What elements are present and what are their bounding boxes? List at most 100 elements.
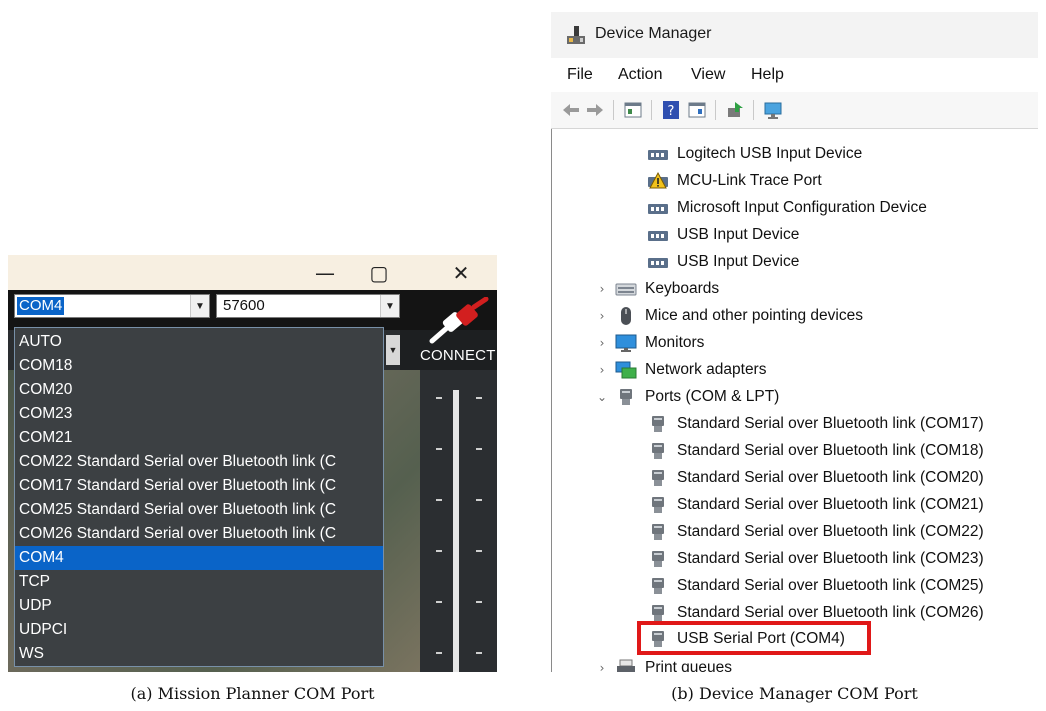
back-arrow-icon[interactable]: [561, 100, 581, 120]
hud-tick: [436, 550, 442, 552]
tree-item-label: Standard Serial over Bluetooth link (COM…: [677, 468, 984, 486]
warning-hid-icon: [648, 171, 668, 188]
properties-icon[interactable]: [623, 100, 643, 120]
tree-item[interactable]: Standard Serial over Bluetooth link (COM…: [647, 410, 984, 437]
hud-tick: [436, 448, 442, 450]
tree-category-mice[interactable]: Mice and other pointing devices: [615, 302, 863, 329]
tree-item-label: Logitech USB Input Device: [677, 144, 863, 162]
list-item[interactable]: WS: [15, 642, 383, 666]
list-item[interactable]: COM18: [15, 354, 383, 378]
toolbar-separator: [715, 100, 716, 120]
scan-hardware-icon[interactable]: [763, 100, 783, 120]
tree-item-label: Network adapters: [645, 360, 767, 378]
mp-title-bar: — ▢ ✕: [8, 255, 497, 290]
chevron-down-icon[interactable]: ⌄: [595, 383, 609, 410]
chevron-right-icon[interactable]: ›: [595, 329, 609, 356]
restore-button[interactable]: ▢: [352, 255, 406, 290]
hid-device-icon: [648, 149, 668, 160]
tree-item-label: Standard Serial over Bluetooth link (COM…: [677, 441, 984, 459]
tree-category-ports[interactable]: Ports (COM & LPT): [615, 383, 779, 410]
hud-tick: [436, 397, 442, 399]
tree-item[interactable]: Standard Serial over Bluetooth link (COM…: [647, 572, 984, 599]
menu-view[interactable]: View: [691, 66, 725, 84]
tree-item[interactable]: Standard Serial over Bluetooth link (COM…: [647, 491, 984, 518]
toolbar-separator: [753, 100, 754, 120]
highlight-box: [637, 621, 871, 655]
chevron-right-icon[interactable]: ›: [595, 654, 609, 673]
toolbar-separator: [613, 100, 614, 120]
hid-device-icon: [648, 203, 668, 214]
tree-item[interactable]: Standard Serial over Bluetooth link (COM…: [647, 518, 984, 545]
chevron-right-icon[interactable]: ›: [595, 356, 609, 383]
list-item[interactable]: COM26 Standard Serial over Bluetooth lin…: [15, 522, 383, 546]
list-item[interactable]: UDPCI: [15, 618, 383, 642]
tree-item[interactable]: Microsoft Input Configuration Device: [647, 194, 927, 221]
tree-category-network[interactable]: Network adapters: [615, 356, 766, 383]
tree-item-label: Standard Serial over Bluetooth link (COM…: [677, 576, 984, 594]
tree-item-label: Mice and other pointing devices: [645, 306, 863, 324]
list-item[interactable]: COM23: [15, 402, 383, 426]
tree-category-monitors[interactable]: Monitors: [615, 329, 704, 356]
tree-item[interactable]: Standard Serial over Bluetooth link (COM…: [647, 437, 984, 464]
update-driver-icon[interactable]: [725, 100, 745, 120]
monitor-icon: [615, 334, 637, 352]
tree-item[interactable]: Logitech USB Input Device: [647, 140, 862, 167]
tree-item-label: USB Input Device: [677, 225, 800, 243]
toolbar-separator: [651, 100, 652, 120]
hud-tick: [436, 499, 442, 501]
forward-arrow-icon[interactable]: [585, 100, 605, 120]
list-item[interactable]: AUTO: [15, 330, 383, 354]
list-item[interactable]: COM22 Standard Serial over Bluetooth lin…: [15, 450, 383, 474]
tree-item[interactable]: MCU-Link Trace Port: [647, 167, 822, 194]
tree-item-label: USB Input Device: [677, 252, 800, 270]
menu-help[interactable]: Help: [751, 66, 784, 84]
serial-port-icon: [652, 496, 664, 513]
list-item[interactable]: COM21: [15, 426, 383, 450]
tree-item[interactable]: Standard Serial over Bluetooth link (COM…: [647, 464, 984, 491]
hud-tick: [476, 499, 482, 501]
menu-action[interactable]: Action: [618, 66, 662, 84]
hid-device-icon: [648, 257, 668, 268]
help-icon[interactable]: ?: [661, 100, 681, 120]
serial-port-icon: [652, 577, 664, 594]
tree-category-print-queues[interactable]: Print queues: [615, 654, 732, 672]
list-item[interactable]: COM25 Standard Serial over Bluetooth lin…: [15, 498, 383, 522]
tree-item-label: Microsoft Input Configuration Device: [677, 198, 927, 216]
tree-item-label: Standard Serial over Bluetooth link (COM…: [677, 603, 984, 621]
minimize-button[interactable]: —: [298, 255, 352, 290]
close-button[interactable]: ✕: [434, 255, 488, 290]
hud-tick: [476, 448, 482, 450]
chevron-down-icon[interactable]: ▼: [386, 335, 400, 365]
serial-port-icon: [620, 388, 632, 405]
hud-tick: [476, 652, 482, 654]
dm-title-bar: Device Manager: [551, 12, 1038, 58]
menu-file[interactable]: File: [567, 66, 593, 84]
view-resources-icon[interactable]: [687, 100, 707, 120]
serial-port-icon: [652, 550, 664, 567]
hud-tick: [436, 652, 442, 654]
baud-rate-select[interactable]: 57600 ▼: [216, 294, 400, 318]
tree-item[interactable]: USB Input Device: [647, 221, 799, 248]
list-item[interactable]: COM17 Standard Serial over Bluetooth lin…: [15, 474, 383, 498]
plug-icon: [429, 297, 489, 344]
connect-label: CONNECT: [420, 347, 496, 364]
list-item-selected[interactable]: COM4: [15, 546, 383, 570]
chevron-right-icon[interactable]: ›: [595, 302, 609, 329]
chevron-down-icon[interactable]: ▼: [190, 295, 209, 317]
list-item[interactable]: COM20: [15, 378, 383, 402]
tree-item-label: Monitors: [645, 333, 705, 351]
baud-rate-value: 57600: [223, 297, 265, 314]
chevron-right-icon[interactable]: ›: [595, 275, 609, 302]
hid-device-icon: [648, 230, 668, 241]
list-item[interactable]: TCP: [15, 570, 383, 594]
tree-item-label: Ports (COM & LPT): [645, 387, 780, 405]
serial-port-icon: [652, 415, 664, 432]
com-port-select[interactable]: COM4 ▼: [14, 294, 210, 318]
hud-tick: [476, 397, 482, 399]
com-port-dropdown-list: AUTO COM18 COM20 COM23 COM21 COM22 Stand…: [14, 327, 384, 667]
tree-category-keyboards[interactable]: Keyboards: [615, 275, 719, 302]
list-item[interactable]: UDP: [15, 594, 383, 618]
tree-item[interactable]: USB Input Device: [647, 248, 799, 275]
tree-item[interactable]: Standard Serial over Bluetooth link (COM…: [647, 545, 984, 572]
chevron-down-icon[interactable]: ▼: [380, 295, 399, 317]
